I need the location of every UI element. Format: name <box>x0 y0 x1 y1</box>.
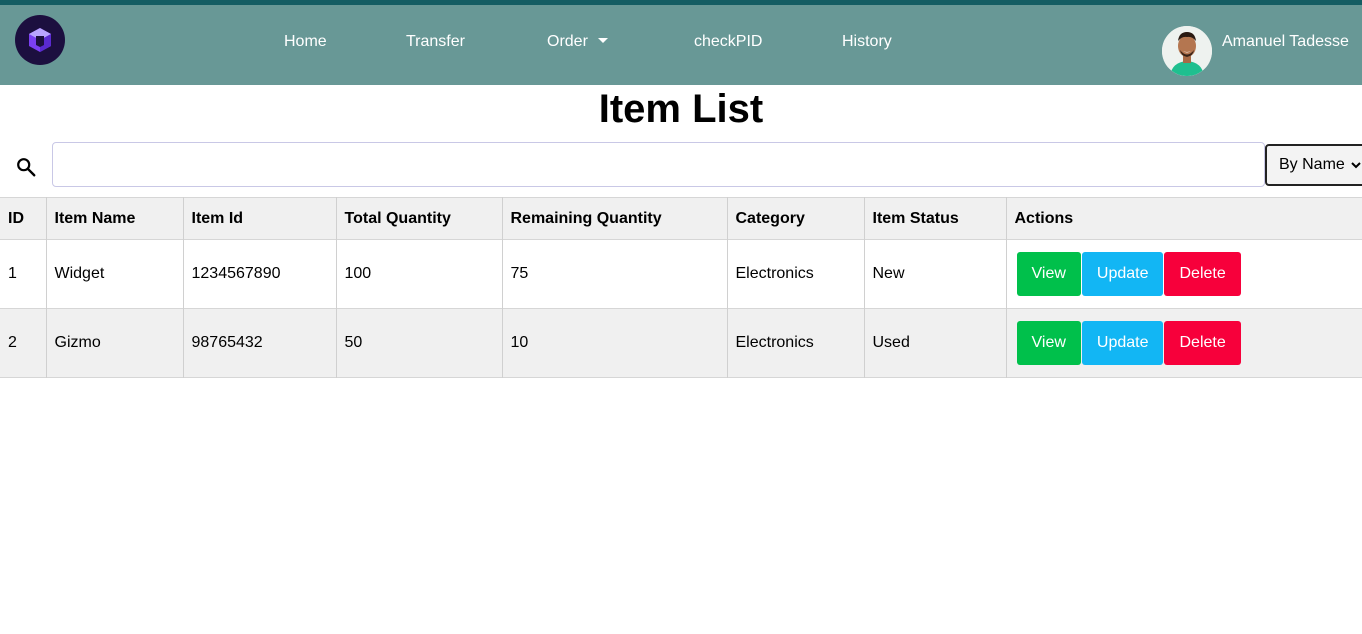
page-title: Item List <box>598 87 764 131</box>
cell-remaining-quantity: 10 <box>502 308 728 378</box>
cell-item-id: 1234567890 <box>183 239 337 309</box>
cell-id: 2 <box>0 308 47 378</box>
logo[interactable] <box>15 15 65 65</box>
search-bar: By Name <box>0 132 1362 198</box>
items-table: ID Item Name Item Id Total Quantity Rema… <box>0 197 1362 378</box>
cell-item-status: Used <box>864 308 1007 378</box>
view-button[interactable]: View <box>1016 252 1081 296</box>
caret-down-icon <box>597 38 608 43</box>
search-filter-select[interactable]: By Name <box>1265 144 1362 186</box>
header-remaining-quantity[interactable]: Remaining Quantity <box>502 197 728 240</box>
search-input[interactable] <box>52 142 1265 187</box>
delete-button[interactable]: Delete <box>1164 252 1241 296</box>
update-button[interactable]: Update <box>1081 252 1164 296</box>
cell-category: Electronics <box>727 308 865 378</box>
cell-category: Electronics <box>727 239 865 309</box>
avatar[interactable] <box>1162 26 1212 76</box>
header-actions: Actions <box>1014 209 1074 227</box>
table-header-row: ID Item Name Item Id Total Quantity Rema… <box>0 197 1362 240</box>
nav-history[interactable]: History <box>842 34 892 50</box>
cell-total-quantity: 50 <box>336 308 503 378</box>
cell-item-name: Gizmo <box>46 308 184 378</box>
cell-item-id: 98765432 <box>183 308 337 378</box>
chevron-down-icon <box>1351 162 1361 169</box>
nav-home[interactable]: Home <box>284 34 327 50</box>
update-button[interactable]: Update <box>1081 321 1164 365</box>
avatar-image <box>1162 26 1212 76</box>
header-item-id[interactable]: Item Id <box>183 197 337 240</box>
navbar: Home Transfer Order checkPID History Ama… <box>0 5 1362 85</box>
logo-cube-icon <box>29 28 51 52</box>
cell-actions: View Update Delete <box>1006 309 1362 378</box>
header-total-quantity[interactable]: Total Quantity <box>336 197 503 240</box>
cell-item-name: Widget <box>46 239 184 309</box>
header-id[interactable]: ID <box>0 197 47 240</box>
header-item-status[interactable]: Item Status <box>864 197 1007 240</box>
search-icon <box>17 158 36 177</box>
header-item-name[interactable]: Item Name <box>46 197 184 240</box>
nav-checkpid[interactable]: checkPID <box>694 34 762 50</box>
search-filter-selected: By Name <box>1279 156 1345 173</box>
header-category[interactable]: Category <box>727 197 865 240</box>
delete-button[interactable]: Delete <box>1164 321 1241 365</box>
view-button[interactable]: View <box>1016 321 1081 365</box>
table-row: 1 Widget 1234567890 100 75 Electronics N… <box>0 239 1362 309</box>
nav-order-label: Order <box>547 33 588 50</box>
nav-order[interactable]: Order <box>547 34 608 50</box>
cell-actions: View Update Delete <box>1006 240 1362 309</box>
cell-total-quantity: 100 <box>336 239 503 309</box>
nav-transfer[interactable]: Transfer <box>406 34 465 50</box>
user-name[interactable]: Amanuel Tadesse <box>1222 34 1349 50</box>
cell-id: 1 <box>0 239 47 309</box>
table-row: 2 Gizmo 98765432 50 10 Electronics Used … <box>0 308 1362 378</box>
cell-item-status: New <box>864 239 1007 309</box>
cell-remaining-quantity: 75 <box>502 239 728 309</box>
